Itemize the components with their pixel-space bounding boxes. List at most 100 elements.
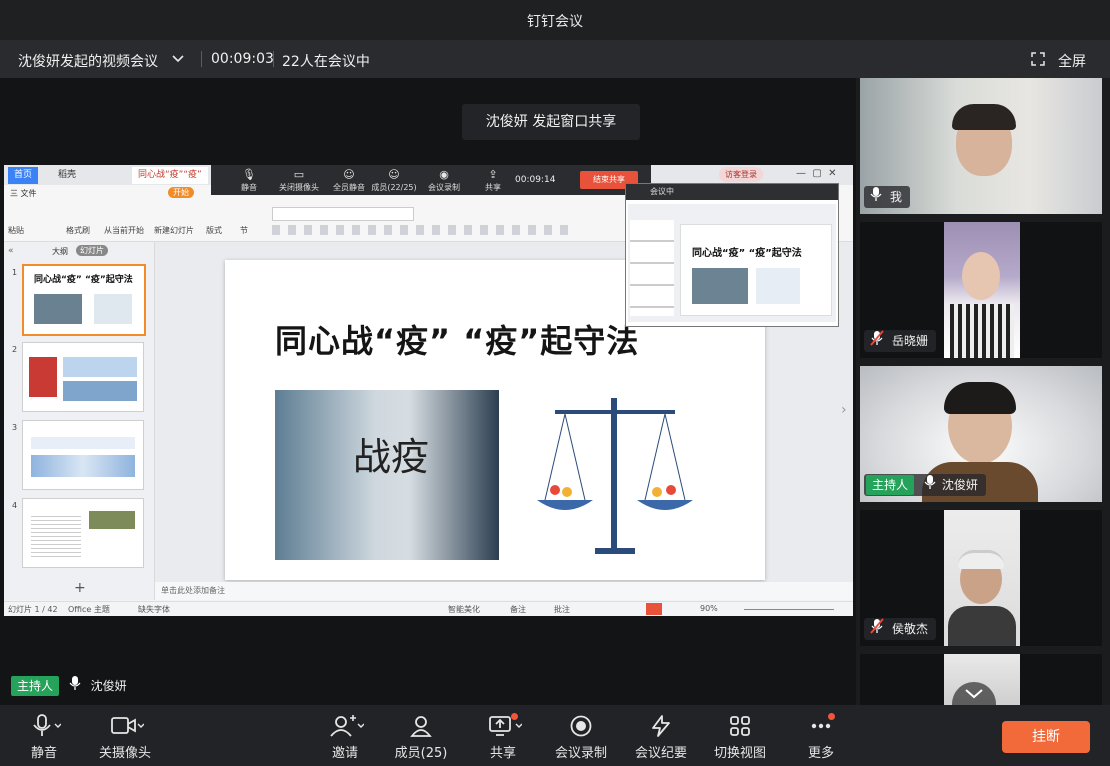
tab-docer[interactable]: 稻壳 xyxy=(52,167,82,184)
float-record[interactable]: 会议录制 xyxy=(424,182,464,193)
participant-tile[interactable]: 我 xyxy=(860,78,1102,214)
members-icon[interactable]: ☺ xyxy=(374,168,414,181)
zoom-slider[interactable] xyxy=(744,609,834,610)
float-share[interactable]: 共享 xyxy=(473,182,513,193)
microphone-icon xyxy=(924,474,936,497)
slide-thumb-2[interactable] xyxy=(22,342,144,412)
thumb-title: 同心战“疫” “疫”起守法 xyxy=(34,275,133,285)
minutes-button[interactable]: 会议纪要 xyxy=(635,705,687,766)
float-mute-all[interactable]: 全员静音 xyxy=(329,182,369,193)
notification-dot xyxy=(511,713,518,720)
meeting-mini-window[interactable]: 会议中 同心战“疫” “疫”起守法 xyxy=(625,183,839,327)
participant-nametag: 主持人 沈俊妍 xyxy=(864,474,986,496)
divider xyxy=(273,51,274,67)
more-button[interactable]: 更多 xyxy=(800,705,842,766)
slide-title: 同心战“疫” “疫”起守法 xyxy=(275,322,640,360)
record-label: 会议录制 xyxy=(555,746,608,761)
next-slide-arrow[interactable]: › xyxy=(841,402,847,418)
tab-document[interactable]: 同心战“疫”“疫” xyxy=(132,167,208,184)
tab-outline[interactable]: 大纲 xyxy=(52,246,68,257)
share-button[interactable]: 共享 xyxy=(483,705,523,766)
menu-file[interactable]: 三 文件 xyxy=(10,188,37,199)
tab-home[interactable]: 首页 xyxy=(8,167,39,184)
mute-button[interactable]: 静音 xyxy=(18,705,70,766)
comment-toggle[interactable]: 批注 xyxy=(554,604,570,615)
thumb-number: 1 xyxy=(12,268,18,277)
chevron-down-icon[interactable] xyxy=(170,50,186,70)
notes-bar[interactable]: 单击此处添加备注 xyxy=(155,582,853,600)
participant-name: 沈俊妍 xyxy=(941,478,978,492)
font-warning[interactable]: 缺失字体 xyxy=(138,604,170,615)
new-slide-button[interactable]: 新建幻灯片 xyxy=(154,225,194,236)
minutes-label: 会议纪要 xyxy=(635,746,688,761)
meeting-title[interactable]: 沈俊妍发起的视频会议 xyxy=(18,51,158,71)
users-mute-icon[interactable]: ☺ xyxy=(329,168,369,181)
fullscreen-icon[interactable] xyxy=(1030,51,1046,71)
float-timer: 00:09:14 xyxy=(515,175,556,185)
record-icon[interactable]: ◉ xyxy=(424,168,464,181)
layout-button[interactable]: 版式 xyxy=(206,225,222,236)
section-button[interactable]: 节 xyxy=(240,225,248,236)
participant-tile[interactable]: 岳晓姗 xyxy=(860,222,1102,358)
camera-button[interactable]: 关摄像头 xyxy=(96,705,154,766)
paste-button[interactable]: 粘贴 xyxy=(8,225,24,236)
play-from-current-button[interactable]: 从当前开始 xyxy=(104,225,144,236)
add-slide-icon[interactable]: + xyxy=(74,580,86,596)
guest-login-button[interactable]: 访客登录 xyxy=(719,167,763,182)
record-button[interactable]: 会议录制 xyxy=(555,705,607,766)
participant-tile[interactable]: 主持人 沈俊妍 xyxy=(860,366,1102,502)
shared-window: 首页 稻壳 同心战“疫”“疫” 访客登录 — ▢ ✕ 三 文件 开始 粘贴 格式… xyxy=(4,165,853,616)
participant-name: 岳晓姗 xyxy=(892,334,929,348)
share-screen-icon[interactable]: ⇪ xyxy=(473,168,513,181)
window-controls[interactable]: — ▢ ✕ xyxy=(796,168,837,179)
thumb-number: 4 xyxy=(12,501,18,510)
float-camera[interactable]: 关闭摄像头 xyxy=(279,182,319,193)
switch-view-label: 切换视图 xyxy=(714,746,767,761)
more-label: 更多 xyxy=(807,746,834,761)
notification-dot xyxy=(828,713,835,720)
float-members[interactable]: 成员(22/25) xyxy=(369,182,419,193)
slide-photo-text: 战疫 xyxy=(353,435,430,479)
float-mute[interactable]: 静音 xyxy=(229,182,269,193)
notes-placeholder[interactable]: 单击此处添加备注 xyxy=(161,585,225,596)
camera-icon[interactable]: ▭ xyxy=(279,168,319,181)
notes-toggle[interactable]: 备注 xyxy=(510,604,526,615)
camera-icon xyxy=(111,717,144,734)
scroll-down-button[interactable] xyxy=(952,682,996,705)
format-painter-button[interactable]: 格式刷 xyxy=(66,225,90,236)
slide-thumb-1[interactable]: 同心战“疫” “疫”起守法 xyxy=(22,264,146,336)
meeting-toolbar: 静音 关摄像头 邀请 成员(25) 共享 会议录制 会议纪要 切换视图 更多 xyxy=(0,705,1110,766)
members-button[interactable]: 成员(25) xyxy=(394,705,448,766)
scales-of-justice-image xyxy=(515,390,715,560)
participant-tile[interactable] xyxy=(860,654,1102,705)
participant-tile[interactable]: 侯敬杰 xyxy=(860,510,1102,646)
slide-thumb-3[interactable] xyxy=(22,420,144,490)
participant-video xyxy=(944,510,1020,646)
slide-thumb-4[interactable] xyxy=(22,498,144,568)
thumb-number: 3 xyxy=(12,423,18,432)
grid-view-icon xyxy=(730,716,750,736)
muted-microphone-icon xyxy=(870,618,884,641)
participant-count[interactable]: 22人在会议中 xyxy=(282,51,370,71)
mini-slide-title: 同心战“疫” “疫”起守法 xyxy=(692,248,802,259)
smart-beautify[interactable]: 智能美化 xyxy=(448,604,480,615)
collapse-icon[interactable]: « xyxy=(8,246,14,256)
microphone-icon xyxy=(69,675,81,698)
menu-start[interactable]: 开始 xyxy=(168,187,194,198)
zoom-level[interactable]: 90% xyxy=(700,604,718,613)
microphone-icon xyxy=(870,186,882,209)
window-titlebar: 钉钉会议 xyxy=(0,0,1110,40)
fullscreen-button[interactable]: 全屏 xyxy=(1058,51,1086,71)
presenter-tag: 主持人 沈俊妍 xyxy=(11,675,127,696)
slide-photo: 战疫 xyxy=(275,390,499,560)
font-select[interactable] xyxy=(272,207,414,221)
play-icon[interactable] xyxy=(646,603,662,615)
microphone-icon[interactable]: 🎙 xyxy=(229,168,269,181)
hangup-button[interactable]: 挂断 xyxy=(1002,721,1090,753)
divider xyxy=(201,51,202,67)
switch-view-button[interactable]: 切换视图 xyxy=(714,705,766,766)
format-tools[interactable] xyxy=(272,225,572,235)
tab-slides[interactable]: 幻灯片 xyxy=(76,245,108,256)
minutes-icon xyxy=(652,715,670,737)
invite-button[interactable]: 邀请 xyxy=(324,705,366,766)
